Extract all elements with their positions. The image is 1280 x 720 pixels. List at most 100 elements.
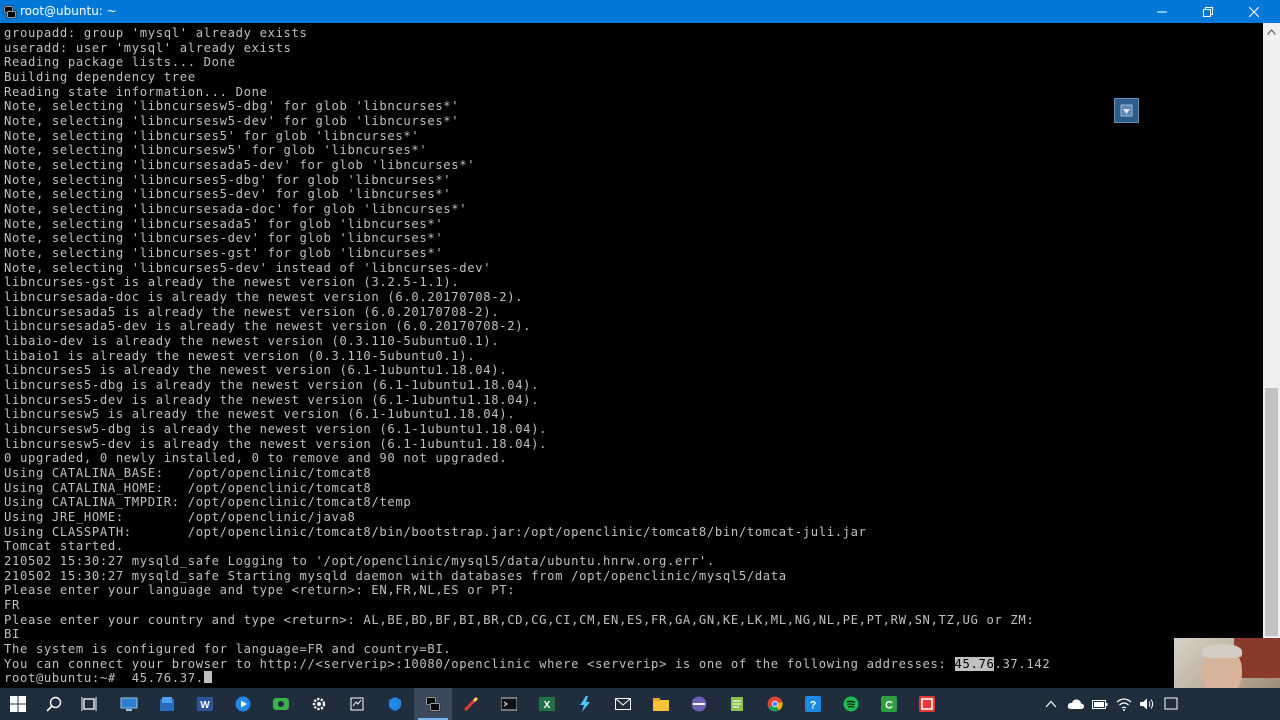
taskbar-app-button[interactable] (148, 688, 186, 720)
scroll-thumb[interactable] (1265, 388, 1278, 636)
terminal-line: libncursesw5 is already the newest versi… (4, 407, 516, 422)
windows-start-icon (10, 696, 26, 712)
taskbar-word-button[interactable]: W (186, 688, 224, 720)
task-view-icon (81, 696, 97, 712)
taskbar-task-view-button[interactable] (70, 688, 108, 720)
close-icon (1249, 6, 1259, 17)
scroll-to-bottom-button[interactable] (1114, 98, 1139, 123)
red-app-icon (919, 696, 935, 712)
restore-button[interactable] (1185, 0, 1231, 23)
vpn-icon (387, 696, 403, 712)
download-arrow-icon (1120, 104, 1133, 117)
svg-text:?: ? (810, 700, 817, 712)
terminal-line: Note, selecting 'libncursesada5-dev' for… (4, 158, 476, 173)
wifi-icon (1116, 697, 1132, 711)
tray-onedrive[interactable] (1065, 688, 1087, 720)
taskbar-spotify-button[interactable] (832, 688, 870, 720)
terminal-line: Note, selecting 'libncursesada5' for glo… (4, 216, 444, 231)
terminal-line: libncurses5 is already the newest versio… (4, 363, 508, 378)
app-icon (159, 696, 175, 712)
vertical-scrollbar[interactable] (1263, 23, 1280, 638)
chevron-up-icon (1045, 700, 1057, 708)
green-app-icon: C (881, 696, 897, 712)
battery-icon (1092, 698, 1108, 710)
tray-chevron-up[interactable] (1040, 688, 1062, 720)
terminal-line: Note, selecting 'libncurses-dev' for glo… (4, 231, 444, 246)
tray-notification[interactable] (1160, 688, 1182, 720)
tray-wifi[interactable] (1113, 688, 1135, 720)
restore-icon (1203, 6, 1213, 17)
chevron-up-icon (1267, 28, 1276, 35)
minimize-icon (1157, 11, 1167, 12)
taskbar-vpn-button[interactable] (376, 688, 414, 720)
window-titlebar[interactable]: root@ubuntu: ~ (0, 0, 1280, 23)
terminal-line: Note, selecting 'libncursesw5' for glob … (4, 143, 428, 158)
terminal-line: groupadd: group 'mysql' already exists (4, 26, 308, 40)
taskbar-disc-button[interactable] (680, 688, 718, 720)
terminal-line: libncursesada5 is already the newest ver… (4, 304, 500, 319)
taskbar-network-button[interactable] (338, 688, 376, 720)
network-icon (349, 696, 365, 712)
terminal-line: Note, selecting 'libncursesw5-dbg' for g… (4, 99, 460, 114)
taskbar-chrome-button[interactable] (756, 688, 794, 720)
taskbar-pen-tool-button[interactable] (452, 688, 490, 720)
notification-icon (1164, 697, 1178, 711)
file-explorer-icon (653, 696, 669, 712)
selected-text[interactable]: 45.76 (954, 656, 995, 671)
text-cursor (203, 671, 212, 684)
taskbar-green-app-button[interactable]: C (870, 688, 908, 720)
onedrive-icon (1067, 698, 1085, 710)
taskbar-red-app-button[interactable] (908, 688, 946, 720)
taskbar-putty-button[interactable] (414, 688, 452, 720)
terminal-line: Using JRE_HOME: /opt/openclinic/java8 (4, 510, 356, 525)
close-button[interactable] (1231, 0, 1277, 23)
putty-app-icon[interactable] (3, 4, 17, 19)
taskbar-file-explorer-button[interactable] (642, 688, 680, 720)
taskbar-windows-start-button[interactable] (0, 688, 37, 720)
terminal-line: Note, selecting 'libncurses5-dbg' for gl… (4, 172, 452, 187)
minimize-button[interactable] (1139, 0, 1185, 23)
volume-icon (1139, 697, 1155, 711)
taskbar-terminal-button[interactable] (490, 688, 528, 720)
taskbar-media-player-button[interactable] (224, 688, 262, 720)
taskbar-camtasia-button[interactable] (262, 688, 300, 720)
taskbar-help-button[interactable]: ? (794, 688, 832, 720)
terminal-line: libncurses5-dev is already the newest ve… (4, 392, 540, 407)
disc-icon (691, 696, 707, 712)
terminal-line: libncurses5-dbg is already the newest ve… (4, 378, 540, 393)
taskbar-lightning-app-button[interactable] (566, 688, 604, 720)
tray-volume[interactable] (1136, 688, 1158, 720)
terminal-line: Using CATALINA_TMPDIR: /opt/openclinic/t… (4, 495, 412, 510)
terminal-line: Please enter your language and type <ret… (4, 583, 516, 598)
scroll-up-button[interactable] (1263, 23, 1280, 40)
terminal-line: libaio-dev is already the newest version… (4, 334, 500, 349)
prompt-line[interactable]: root@ubuntu:~# 45.76.37. (4, 671, 212, 686)
excel-icon: X (539, 696, 555, 712)
terminal-line: Using CLASSPATH: /opt/openclinic/tomcat8… (4, 524, 867, 539)
taskbar-search-button[interactable] (35, 688, 73, 720)
notepad-icon (729, 696, 745, 712)
terminal-line: useradd: user 'mysql' already exists (4, 40, 292, 55)
terminal-line: Using CATALINA_BASE: /opt/openclinic/tom… (4, 466, 372, 481)
tray-battery[interactable] (1089, 688, 1111, 720)
lightning-app-icon (577, 696, 593, 712)
taskbar-notepad-button[interactable] (718, 688, 756, 720)
help-icon: ? (805, 696, 821, 712)
spotify-icon (843, 696, 859, 712)
taskbar-remote-desktop-button[interactable] (110, 688, 148, 720)
terminal-icon (501, 696, 517, 712)
pen-tool-icon (463, 696, 479, 712)
terminal-line: Tomcat started. (4, 539, 124, 554)
terminal-line: libaio1 is already the newest version (0… (4, 348, 476, 363)
camtasia-icon (273, 696, 289, 712)
terminal-line: Building dependency tree (4, 70, 196, 84)
address-line-rest: .37.142 (994, 656, 1051, 671)
terminal-line: Please enter your country and type <retu… (4, 612, 1035, 627)
address-line: You can connect your browser to http://<… (4, 656, 1051, 672)
mail-icon (615, 697, 631, 711)
terminal-line: Note, selecting 'libncurses5-dev' for gl… (4, 187, 452, 202)
terminal-output[interactable]: You can connect your browser to http://<… (0, 23, 1263, 688)
taskbar-excel-button[interactable]: X (528, 688, 566, 720)
taskbar-mail-button[interactable] (604, 688, 642, 720)
taskbar-settings-button[interactable] (300, 688, 338, 720)
